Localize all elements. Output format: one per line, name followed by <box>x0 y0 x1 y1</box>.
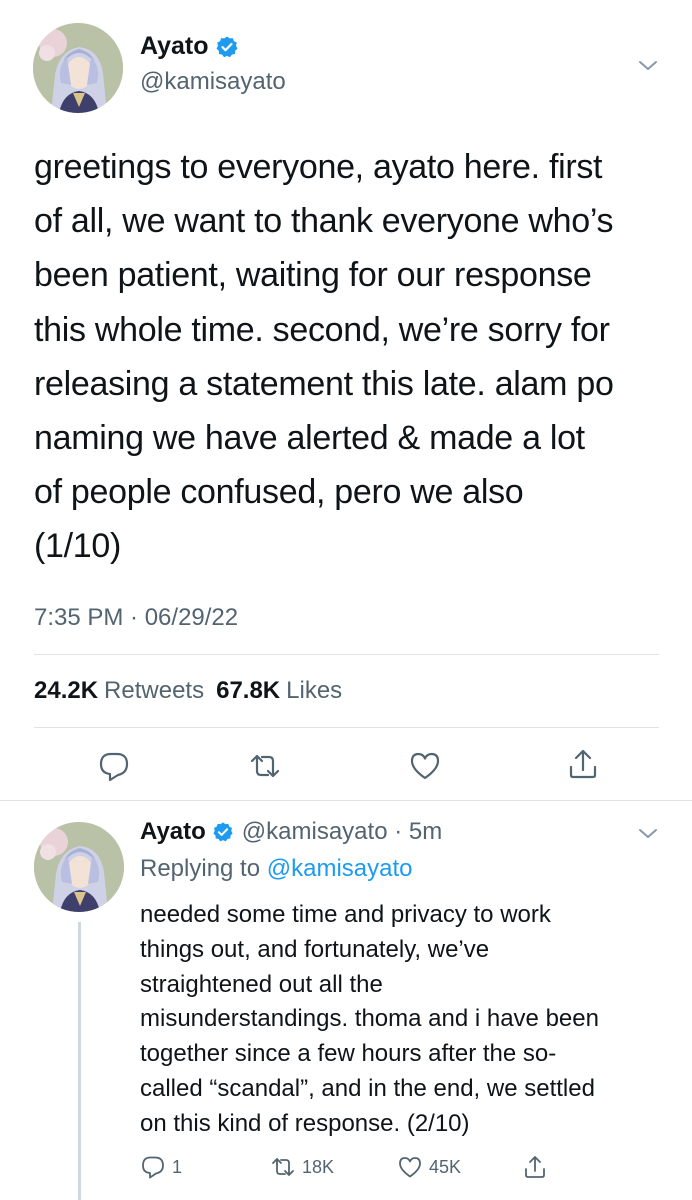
reply-count: 1 <box>172 1156 183 1177</box>
divider <box>34 727 659 728</box>
like-count: 45K <box>429 1156 462 1177</box>
like-button[interactable]: 45K <box>397 1154 461 1180</box>
engagement-stats: 24.2K Retweets 67.8K Likes <box>34 677 354 705</box>
thread-line <box>78 922 81 1200</box>
likes-count[interactable]: 67.8K <box>216 677 280 705</box>
verified-badge-icon <box>215 35 239 59</box>
share-button[interactable] <box>522 1154 554 1180</box>
tweet-text: greetings to everyone, ayato here. first… <box>34 148 614 566</box>
reply-icon <box>140 1154 166 1180</box>
like-icon[interactable] <box>408 749 442 783</box>
divider <box>34 654 659 655</box>
retweets-count[interactable]: 24.2K <box>34 677 98 705</box>
like-icon <box>397 1154 423 1180</box>
replying-to-link[interactable]: @kamisayato <box>267 855 413 882</box>
retweet-button[interactable]: 18K <box>270 1154 334 1180</box>
retweet-icon <box>270 1154 296 1180</box>
main-tweet: Ayato @kamisayato greetings to everyone,… <box>0 0 692 801</box>
likes-label[interactable]: Likes <box>286 677 342 705</box>
chevron-down-icon[interactable] <box>637 54 659 76</box>
share-icon[interactable] <box>566 747 600 781</box>
retweet-count: 18K <box>302 1156 335 1177</box>
author-handle[interactable]: @kamisayato <box>140 68 286 96</box>
author-name-row[interactable]: Ayato <box>140 32 239 61</box>
retweets-label[interactable]: Retweets <box>104 677 204 705</box>
author-handle-time[interactable]: @kamisayato · 5m <box>242 818 442 846</box>
author-name[interactable]: Ayato <box>140 818 206 846</box>
retweet-icon[interactable] <box>248 749 282 783</box>
reply-icon[interactable] <box>97 749 131 783</box>
verified-badge-icon <box>212 821 234 843</box>
replying-to: Replying to @kamisayato <box>140 855 413 883</box>
chevron-down-icon[interactable] <box>637 822 659 844</box>
avatar[interactable] <box>33 23 123 113</box>
tweet-timestamp[interactable]: 7:35 PM · 06/29/22 <box>34 604 238 632</box>
reply-header: Ayato @kamisayato · 5m <box>140 818 442 846</box>
replying-to-label: Replying to <box>140 855 261 882</box>
reply-text: needed some time and privacy to work thi… <box>140 901 599 1137</box>
divider <box>0 800 692 801</box>
share-icon <box>522 1154 548 1180</box>
author-name[interactable]: Ayato <box>140 32 209 61</box>
reply-button[interactable]: 1 <box>140 1154 182 1180</box>
avatar[interactable] <box>34 822 124 912</box>
